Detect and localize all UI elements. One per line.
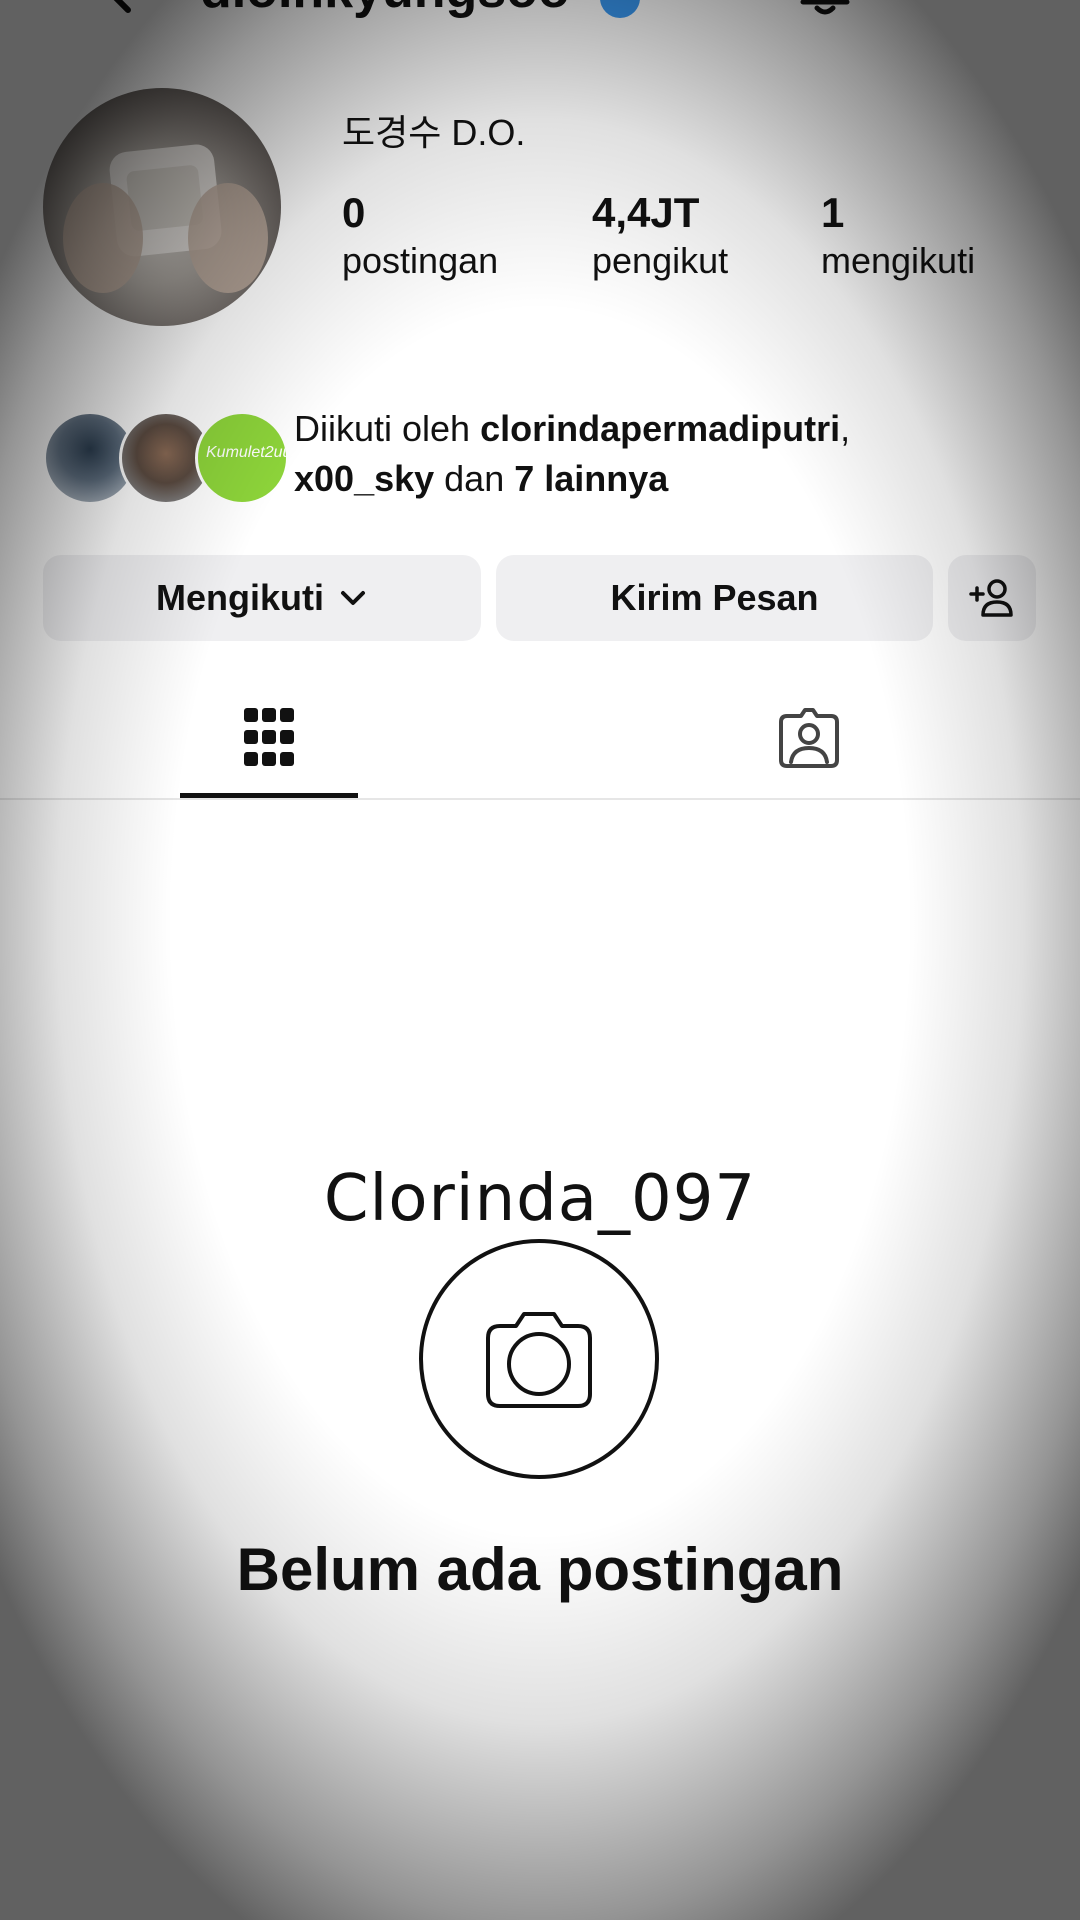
followed-by-prefix: Diikuti oleh xyxy=(294,408,481,449)
profile-screen: d.o.hkyungsoo 도경수 D.O. 0 postingan 4,4JT… xyxy=(0,0,1080,1920)
followed-by-others[interactable]: 7 lainnya xyxy=(514,458,668,499)
stat-following-label: mengikuti xyxy=(821,240,976,281)
followed-by-user-1[interactable]: clorindapermadiputri xyxy=(480,408,840,449)
message-button-label: Kirim Pesan xyxy=(610,577,819,618)
tab-tagged[interactable] xyxy=(720,700,898,790)
watermark-text: Clorinda_097 xyxy=(323,1162,757,1236)
add-user-icon xyxy=(969,579,1013,617)
camera-icon xyxy=(419,1239,659,1479)
back-arrow-icon[interactable] xyxy=(90,0,150,20)
username-title: d.o.hkyungsoo xyxy=(200,0,570,20)
stat-following[interactable]: 1 mengikuti xyxy=(821,188,975,284)
empty-state-title: Belum ada postingan xyxy=(236,1536,844,1603)
mutual-avatar-3-logo-text: Kumulet2uu xyxy=(206,444,289,461)
stat-posts: 0 postingan xyxy=(342,188,498,284)
stat-followers-value: 4,4JT xyxy=(592,189,700,236)
chevron-down-icon xyxy=(341,591,365,605)
followed-by-separator: , xyxy=(840,408,851,449)
stat-posts-value: 0 xyxy=(342,189,366,236)
following-button[interactable]: Mengikuti xyxy=(43,555,481,641)
followed-by-user-2[interactable]: x00_sky xyxy=(294,458,434,499)
tabs-divider xyxy=(0,798,1080,800)
message-button[interactable]: Kirim Pesan xyxy=(496,555,933,641)
followed-by-text[interactable]: Diikuti oleh clorindapermadiputri, x00_sk… xyxy=(294,404,1034,504)
profile-avatar[interactable] xyxy=(43,88,281,326)
stat-followers[interactable]: 4,4JT pengikut xyxy=(592,188,728,284)
top-bar: d.o.hkyungsoo xyxy=(0,0,1080,20)
stat-posts-label: postingan xyxy=(342,240,499,281)
grid-icon xyxy=(244,708,294,766)
stat-following-value: 1 xyxy=(821,189,845,236)
notification-bell-icon[interactable] xyxy=(795,0,855,20)
mutual-avatar-3: Kumulet2uu xyxy=(195,411,289,505)
add-user-button[interactable] xyxy=(948,555,1036,641)
stat-followers-label: pengikut xyxy=(592,240,729,281)
following-button-label: Mengikuti xyxy=(156,577,324,618)
followed-by-conjunction: dan xyxy=(434,458,515,499)
verified-badge-icon xyxy=(600,0,640,18)
tab-posts-grid[interactable] xyxy=(180,700,358,790)
display-name: 도경수 D.O. xyxy=(342,112,526,153)
tagged-person-icon xyxy=(779,708,839,768)
mutual-followers-avatars[interactable]: Kumulet2uu xyxy=(43,411,289,505)
